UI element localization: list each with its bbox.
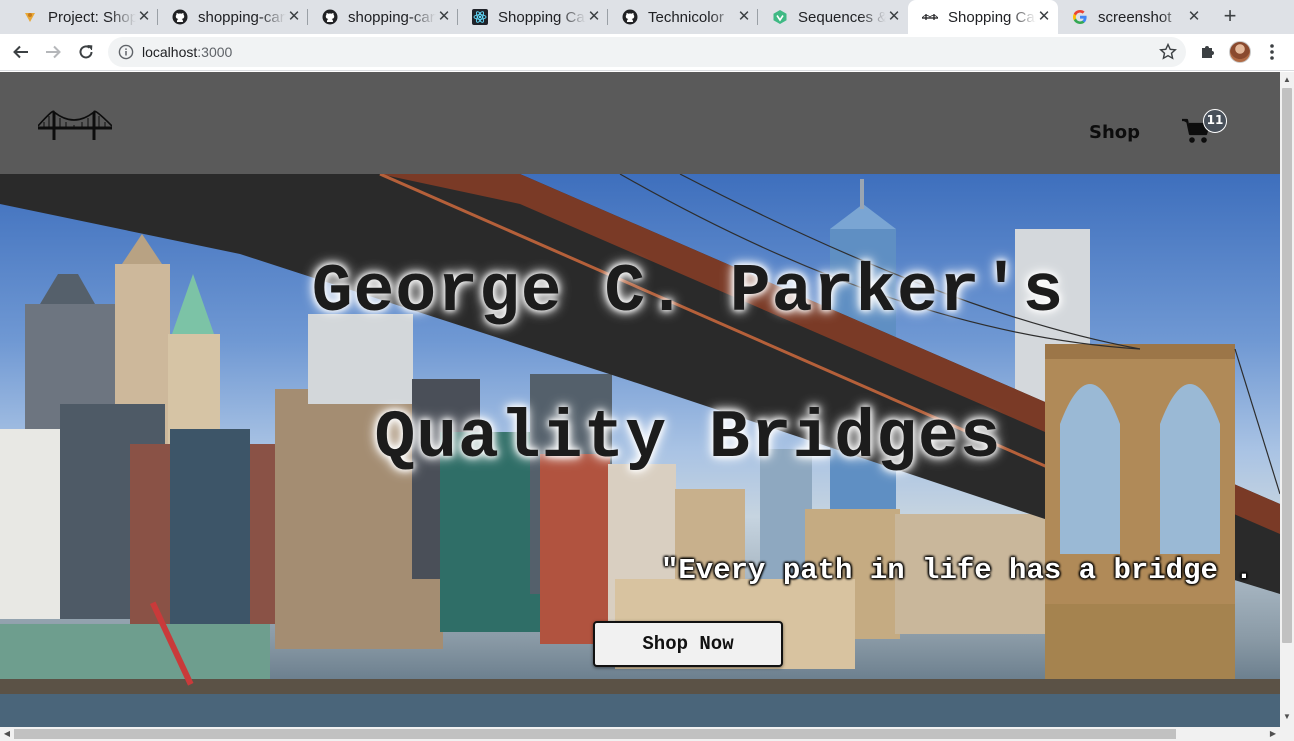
arrow-left-icon: [13, 45, 28, 59]
bridge-favicon-icon: [922, 9, 938, 25]
url-text: localhost:3000: [142, 44, 232, 60]
vertical-scrollbar[interactable]: ▲ ▼: [1280, 72, 1294, 727]
new-tab-button[interactable]: +: [1218, 5, 1242, 29]
cart-count-badge: 11: [1203, 109, 1227, 133]
tab-title: Shopping Cart: [498, 8, 586, 26]
scroll-down-arrow-icon[interactable]: ▼: [1283, 713, 1291, 721]
extensions-puzzle-icon[interactable]: [1198, 42, 1218, 62]
vertical-scroll-thumb[interactable]: [1282, 88, 1292, 643]
github-icon: [322, 9, 338, 25]
tab-project-shopping-cart[interactable]: Project: Shopping Cart ✕: [8, 0, 158, 34]
tab-title: screenshot: [1098, 8, 1172, 26]
vue-icon: [772, 9, 788, 25]
page-viewport: Shop 11 George C. Parker's Quality Bridg…: [0, 72, 1280, 727]
close-icon[interactable]: ✕: [586, 9, 602, 25]
close-icon[interactable]: ✕: [736, 9, 752, 25]
browser-toolbar: localhost:3000: [0, 34, 1294, 71]
tab-title: Shopping Cart: [948, 8, 1036, 26]
tab-react-shopping-cart[interactable]: Shopping Cart ✕: [458, 0, 608, 34]
close-icon[interactable]: ✕: [886, 9, 902, 25]
google-icon: [1072, 9, 1088, 25]
close-icon[interactable]: ✕: [286, 9, 302, 25]
horizontal-scroll-thumb[interactable]: [14, 729, 1176, 739]
bookmark-star-icon[interactable]: [1158, 42, 1178, 62]
arrow-right-icon: [46, 45, 61, 59]
github-icon: [622, 9, 638, 25]
tab-title: Technicolor: [648, 8, 724, 26]
close-icon[interactable]: ✕: [1036, 9, 1052, 25]
profile-avatar[interactable]: [1229, 41, 1251, 63]
address-bar[interactable]: localhost:3000: [108, 37, 1186, 67]
url-host: localhost: [142, 44, 198, 60]
nav-shop-link[interactable]: Shop: [1089, 122, 1140, 143]
tab-title: Project: Shopping Cart: [48, 8, 136, 26]
reload-button[interactable]: [74, 40, 98, 64]
tab-google-screenshot[interactable]: screenshot ✕: [1058, 0, 1208, 34]
tab-sequences[interactable]: Sequences & ✕: [758, 0, 908, 34]
info-icon[interactable]: [118, 44, 134, 60]
forward-button[interactable]: [41, 40, 65, 64]
close-icon[interactable]: ✕: [1186, 9, 1202, 25]
react-icon: [472, 9, 488, 25]
scroll-up-arrow-icon[interactable]: ▲: [1283, 76, 1291, 84]
tab-strip: Project: Shopping Cart ✕ shopping-cart ✕…: [0, 0, 1294, 34]
close-icon[interactable]: ✕: [136, 9, 152, 25]
back-button[interactable]: [9, 40, 33, 64]
site-navbar: Shop 11: [0, 72, 1280, 174]
url-port: :3000: [197, 44, 233, 60]
close-icon[interactable]: ✕: [436, 9, 452, 25]
more-menu-icon[interactable]: [1264, 42, 1280, 62]
horizontal-scrollbar[interactable]: ◀ ▶: [0, 727, 1294, 741]
shop-now-button[interactable]: Shop Now: [593, 621, 783, 667]
hero-quote: "Every path in life has a bridge .: [661, 554, 1253, 587]
hero-title-line2: Quality Bridges: [374, 400, 1002, 477]
github-icon: [172, 9, 188, 25]
tab-shopping-cart-active[interactable]: Shopping Cart ✕: [908, 0, 1058, 34]
tab-github-technicolor[interactable]: Technicolor ✕: [608, 0, 758, 34]
bridge-logo-icon[interactable]: [38, 106, 112, 142]
tab-title: Sequences &: [798, 8, 886, 26]
scroll-left-arrow-icon[interactable]: ◀: [3, 730, 11, 738]
bridge-tower: [1045, 344, 1235, 709]
tab-github-shopping-cart-1[interactable]: shopping-cart ✕: [158, 0, 308, 34]
river-water: [0, 694, 1280, 727]
tab-github-shopping-cart-2[interactable]: shopping-cart ✕: [308, 0, 458, 34]
tab-title: shopping-cart: [348, 8, 436, 26]
hero-title-line1: George C. Parker's: [311, 254, 1065, 331]
reload-icon: [79, 45, 93, 59]
tab-title: shopping-cart: [198, 8, 286, 26]
scroll-right-arrow-icon[interactable]: ▶: [1269, 730, 1277, 738]
odin-favicon-icon: [22, 9, 38, 25]
hero-section: George C. Parker's Quality Bridges "Ever…: [0, 174, 1280, 727]
